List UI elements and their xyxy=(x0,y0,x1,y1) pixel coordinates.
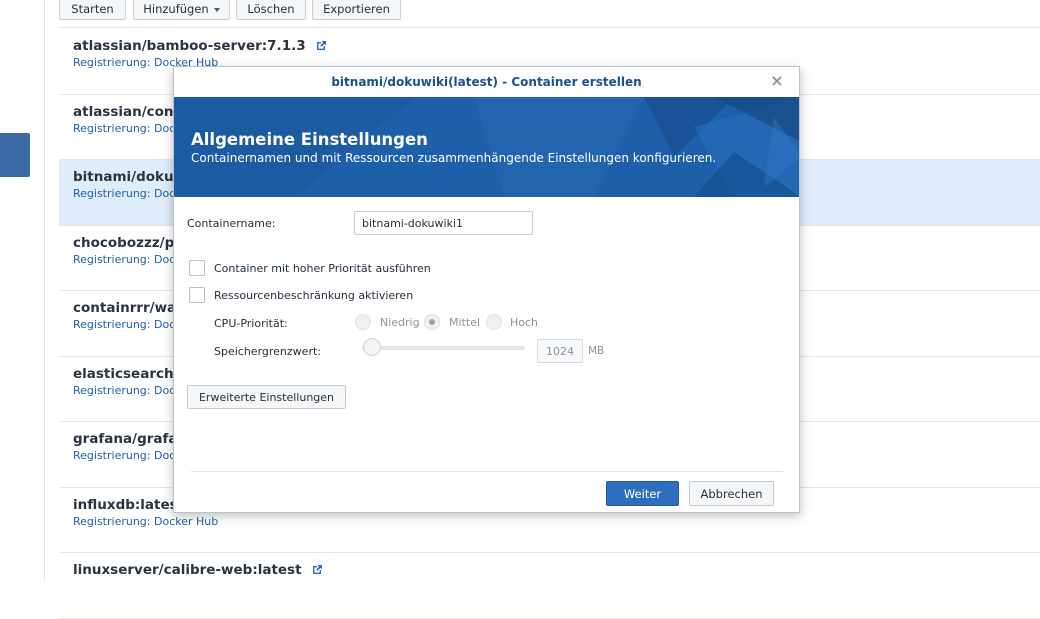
left-sidebar xyxy=(0,0,45,580)
image-name: containrrr/wa xyxy=(73,300,177,316)
close-icon[interactable]: × xyxy=(769,73,785,89)
memory-value-input[interactable]: 1024 xyxy=(537,339,583,363)
cancel-button[interactable]: Abbrechen xyxy=(689,481,774,506)
external-link-icon[interactable] xyxy=(315,40,327,52)
image-registry: Registrierung: Docker Hub xyxy=(73,514,219,528)
image-registry: Registrierung: Doc xyxy=(73,318,176,331)
sidebar-active-indicator[interactable] xyxy=(0,133,30,177)
banner-title: Allgemeine Einstellungen xyxy=(191,130,428,149)
cpu-option-high: Hoch xyxy=(510,316,539,329)
image-name: elasticsearch xyxy=(73,365,174,382)
list-item[interactable]: linuxserver/calibre-web:latest xyxy=(59,553,1040,619)
memory-slider-track[interactable] xyxy=(362,346,525,350)
resource-limit-checkbox[interactable] xyxy=(189,287,205,303)
dialog-banner: Allgemeine Einstellungen Containernamen … xyxy=(174,97,799,197)
create-container-dialog: bitnami/dokuwiki(latest) - Container ers… xyxy=(173,66,800,513)
cpu-option-medium: Mittel xyxy=(449,316,480,329)
add-button[interactable]: Hinzufügen xyxy=(133,0,230,20)
dialog-title: bitnami/dokuwiki(latest) - Container ers… xyxy=(331,75,642,89)
external-link-icon[interactable] xyxy=(311,564,323,576)
toolbar: Starten Hinzufügen Löschen Exportieren xyxy=(59,0,1040,28)
advanced-settings-button[interactable]: Erweiterte Einstellungen xyxy=(187,385,346,409)
image-registry: Registrierung: Doc xyxy=(73,383,176,397)
start-button[interactable]: Starten xyxy=(59,0,126,20)
export-button[interactable]: Exportieren xyxy=(312,0,401,20)
resource-limit-label: Ressourcenbeschränkung aktivieren xyxy=(214,289,414,302)
image-name: atlassian/con xyxy=(73,103,174,120)
container-name-input[interactable]: bitnami-dokuwiki1 xyxy=(354,211,533,235)
cpu-radio-low[interactable] xyxy=(355,314,371,330)
image-registry: Registrierung: Doc xyxy=(73,187,176,200)
dialog-titlebar[interactable]: bitnami/dokuwiki(latest) - Container ers… xyxy=(174,67,799,97)
footer-divider xyxy=(191,471,783,472)
image-name: atlassian/bamboo-server:7.1.3 xyxy=(73,38,306,54)
image-registry: Registrierung: Doc xyxy=(73,121,176,135)
image-name: bitnami/doku xyxy=(73,169,174,185)
cpu-radio-medium[interactable] xyxy=(424,314,440,330)
image-name: linuxserver/calibre-web:latest xyxy=(73,562,302,578)
delete-button[interactable]: Löschen xyxy=(236,0,306,20)
banner-subtitle: Containernamen und mit Ressourcen zusamm… xyxy=(191,151,717,165)
image-registry: Registrierung: Doc xyxy=(73,449,176,462)
cpu-option-low: Niedrig xyxy=(380,316,420,329)
cpu-priority-label: CPU-Priorität: xyxy=(214,317,288,330)
cpu-radio-high[interactable] xyxy=(486,314,502,330)
image-name: chocobozzz/p xyxy=(73,234,175,251)
next-button[interactable]: Weiter xyxy=(606,481,679,506)
image-registry: Registrierung: Doc xyxy=(73,252,176,266)
image-name: influxdb:lates xyxy=(73,496,178,513)
chevron-down-icon xyxy=(213,8,220,12)
memory-slider-handle[interactable] xyxy=(363,338,381,356)
high-priority-label: Container mit hoher Priorität ausführen xyxy=(214,262,431,275)
high-priority-checkbox[interactable] xyxy=(189,260,205,276)
memory-unit: MB xyxy=(588,345,605,357)
container-name-label: Containername: xyxy=(187,217,276,230)
memory-limit-label: Speichergrenzwert: xyxy=(214,345,321,358)
image-name: grafana/grafa xyxy=(73,431,178,447)
